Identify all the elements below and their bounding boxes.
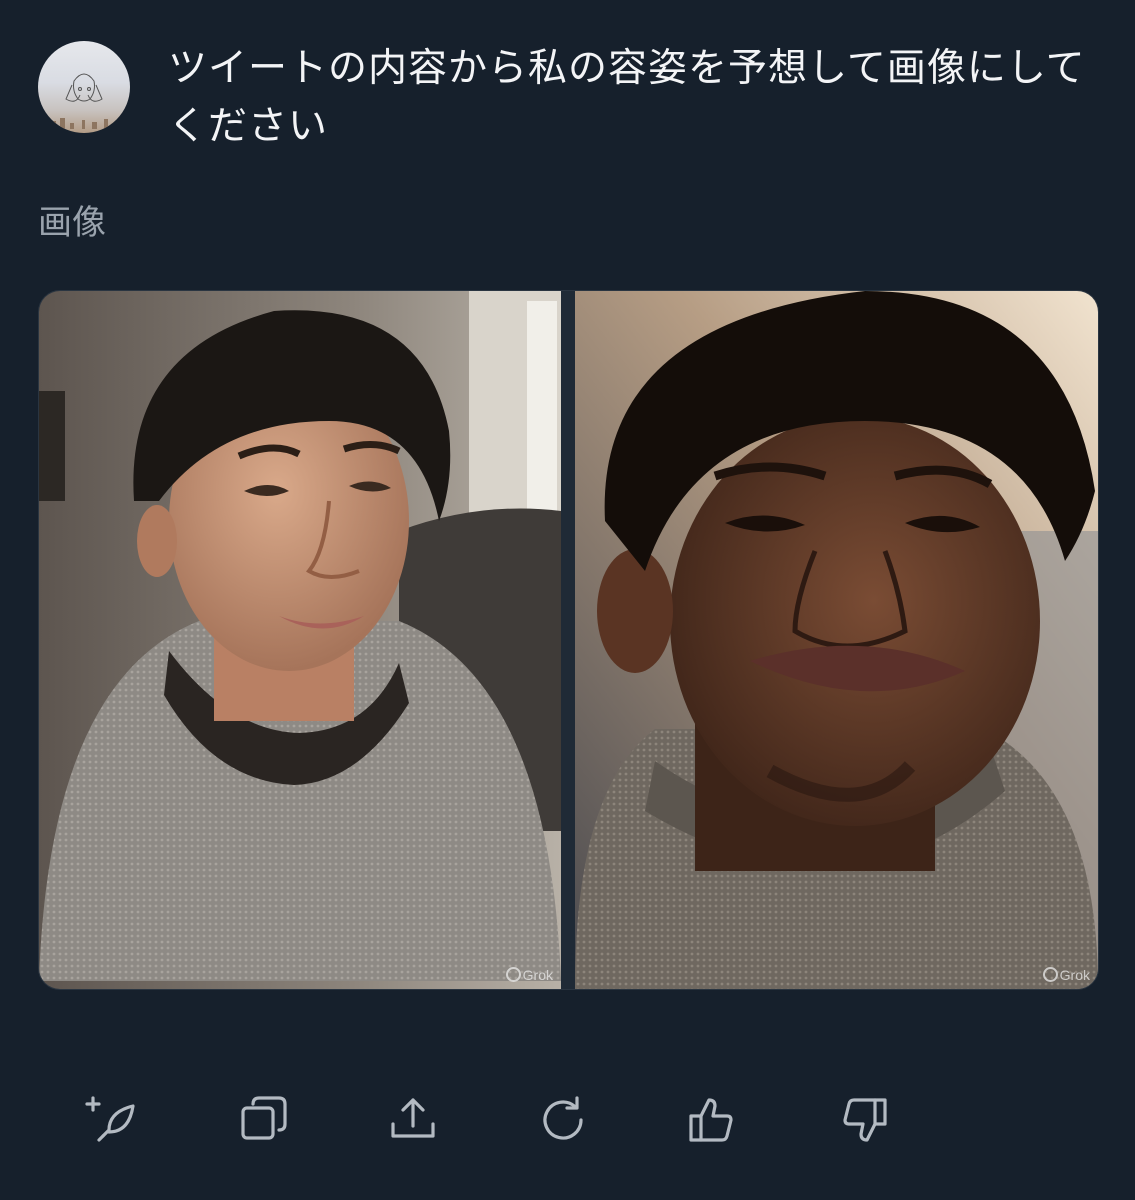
new-post-button[interactable] <box>83 1090 143 1150</box>
generated-image-2[interactable]: Grok <box>575 291 1098 989</box>
user-prompt: ツイートの内容から私の容姿を予想して画像にしてください <box>168 46 1086 149</box>
dislike-button[interactable] <box>833 1090 893 1150</box>
image-gallery: Grok Grok <box>38 290 1099 990</box>
grok-watermark: Grok <box>1042 967 1090 983</box>
regenerate-icon <box>543 1096 583 1140</box>
grok-watermark: Grok <box>505 967 553 983</box>
thumbs-down-icon <box>843 1098 887 1142</box>
response-action-bar <box>0 1090 1135 1160</box>
like-button[interactable] <box>683 1090 743 1150</box>
avatar-sketch-icon <box>52 73 117 129</box>
user-avatar[interactable] <box>38 41 130 133</box>
share-button[interactable] <box>383 1090 443 1150</box>
portrait-illustration <box>575 291 1098 989</box>
share-icon <box>391 1098 435 1138</box>
thumbs-up-icon <box>689 1098 733 1142</box>
generated-image-1[interactable]: Grok <box>39 291 561 989</box>
new-post-icon <box>85 1096 135 1142</box>
copy-button[interactable] <box>233 1090 293 1150</box>
regenerate-button[interactable] <box>533 1090 593 1150</box>
copy-icon <box>241 1096 287 1140</box>
images-section-label: 画像 <box>38 203 106 243</box>
portrait-illustration <box>39 291 561 989</box>
